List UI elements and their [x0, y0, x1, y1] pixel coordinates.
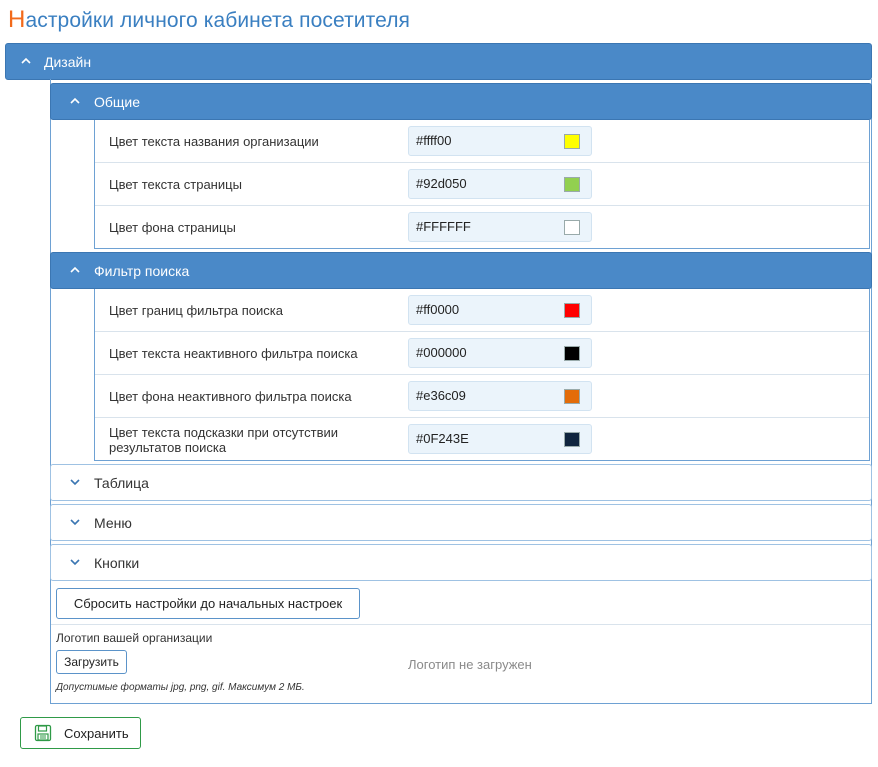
color-value: #e36c09: [416, 388, 466, 403]
setting-label: Цвет текста страницы: [109, 177, 242, 192]
color-value: #0F243E: [416, 431, 469, 446]
color-value: #ffff00: [416, 133, 452, 148]
color-swatch[interactable]: [564, 177, 580, 192]
color-swatch[interactable]: [564, 389, 580, 404]
logo-heading: Логотип вашей организации: [56, 631, 213, 645]
color-value: #FFFFFF: [416, 219, 471, 234]
setting-label: Цвет фона страницы: [109, 220, 236, 235]
setting-label-line-2: результатов поиска: [109, 440, 227, 455]
section-filter-header[interactable]: Фильтр поиска: [50, 252, 872, 289]
color-field-page-bg[interactable]: #FFFFFF: [408, 212, 592, 242]
page-title: Настройки личного кабинета посетителя: [8, 6, 410, 34]
section-table-label: Таблица: [94, 475, 149, 491]
setting-label: Цвет текста подсказки при отсутствии резу…: [109, 425, 338, 455]
page-title-first-letter: Н: [8, 6, 26, 33]
section-menu-label: Меню: [94, 515, 132, 531]
color-field-inactive-bg[interactable]: #e36c09: [408, 381, 592, 411]
upload-logo-button[interactable]: Загрузить: [56, 650, 127, 674]
setting-row-inactive-bg-color: Цвет фона неактивного фильтра поиска #e3…: [95, 375, 869, 418]
setting-label: Цвет текста неактивного фильтра поиска: [109, 346, 358, 361]
chevron-up-icon: [68, 94, 86, 112]
logo-status: Логотип не загружен: [408, 657, 532, 672]
save-button[interactable]: Сохранить: [20, 717, 141, 749]
setting-row-inactive-text-color: Цвет текста неактивного фильтра поиска #…: [95, 332, 869, 375]
section-filter-label: Фильтр поиска: [94, 263, 190, 279]
color-value: #ff0000: [416, 302, 460, 317]
page-title-rest: астройки личного кабинета посетителя: [25, 9, 411, 32]
section-buttons-label: Кнопки: [94, 555, 140, 571]
section-menu-header[interactable]: Меню: [50, 504, 872, 541]
color-swatch[interactable]: [564, 432, 580, 447]
section-design-label: Дизайн: [44, 54, 92, 70]
filter-settings-list: Цвет границ фильтра поиска #ff0000 Цвет …: [94, 289, 870, 461]
logo-format-note: Допустимые форматы jpg, png, gif. Максим…: [56, 682, 305, 693]
color-field-page-text[interactable]: #92d050: [408, 169, 592, 199]
color-swatch[interactable]: [564, 346, 580, 361]
section-design-header[interactable]: Дизайн: [5, 43, 872, 80]
color-field-org-name[interactable]: #ffff00: [408, 126, 592, 156]
setting-row-page-text-color: Цвет текста страницы #92d050: [95, 163, 869, 206]
setting-row-org-name-color: Цвет текста названия организации #ffff00: [95, 120, 869, 163]
general-settings-list: Цвет текста названия организации #ffff00…: [94, 120, 870, 249]
chevron-down-icon: [68, 475, 86, 493]
color-swatch[interactable]: [564, 303, 580, 318]
setting-label: Цвет фона неактивного фильтра поиска: [109, 389, 352, 404]
section-general-header[interactable]: Общие: [50, 83, 872, 120]
floppy-disk-icon: [34, 724, 52, 745]
color-field-filter-border[interactable]: #ff0000: [408, 295, 592, 325]
color-field-hint-text[interactable]: #0F243E: [408, 424, 592, 454]
setting-label: Цвет текста названия организации: [109, 134, 319, 149]
save-button-label: Сохранить: [64, 726, 129, 741]
section-general-label: Общие: [94, 94, 141, 110]
reset-settings-button[interactable]: Сбросить настройки до начальных настроек: [56, 588, 360, 619]
divider: [51, 624, 871, 625]
section-table-header[interactable]: Таблица: [50, 464, 872, 501]
chevron-down-icon: [68, 515, 86, 533]
setting-label-line-1: Цвет текста подсказки при отсутствии: [109, 425, 338, 440]
chevron-up-icon: [19, 54, 37, 72]
setting-label: Цвет границ фильтра поиска: [109, 303, 284, 318]
color-field-inactive-text[interactable]: #000000: [408, 338, 592, 368]
color-swatch[interactable]: [564, 220, 580, 235]
chevron-up-icon: [68, 263, 86, 281]
color-value: #92d050: [416, 176, 467, 191]
color-swatch[interactable]: [564, 134, 580, 149]
setting-row-filter-border-color: Цвет границ фильтра поиска #ff0000: [95, 289, 869, 332]
color-value: #000000: [416, 345, 467, 360]
setting-row-hint-text-color: Цвет текста подсказки при отсутствии резу…: [95, 418, 869, 461]
section-buttons-header[interactable]: Кнопки: [50, 544, 872, 581]
chevron-down-icon: [68, 555, 86, 573]
setting-row-page-bg-color: Цвет фона страницы #FFFFFF: [95, 206, 869, 249]
